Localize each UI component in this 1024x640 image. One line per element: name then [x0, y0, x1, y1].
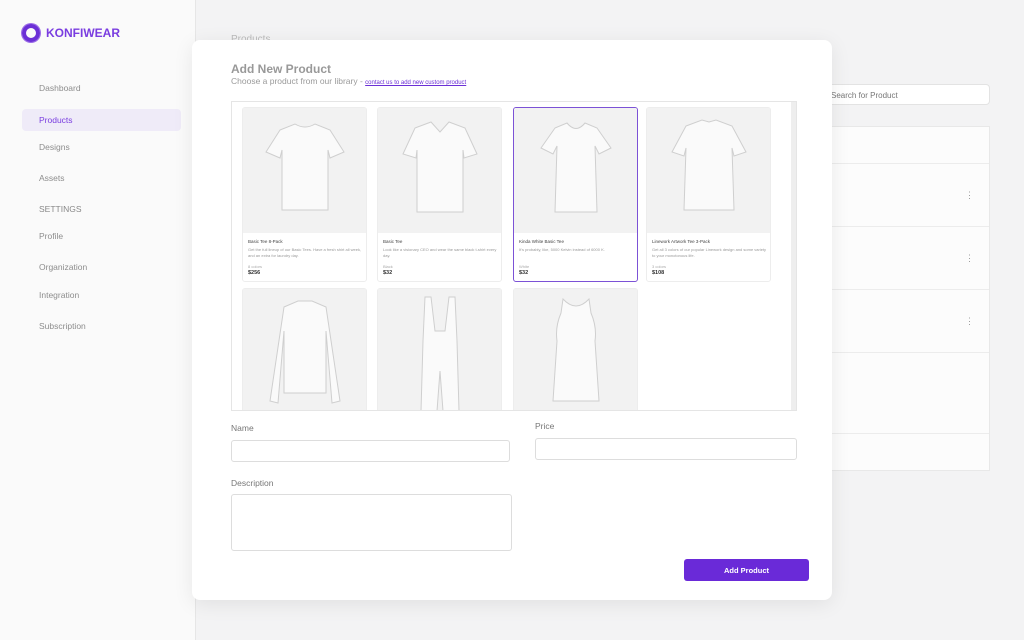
product-card[interactable]: Basic Tee 8-Pack Get the full lineup of o…	[242, 107, 367, 282]
logo-icon	[22, 24, 40, 42]
price-label: Price	[535, 421, 555, 431]
garment-icon	[420, 296, 459, 410]
sidebar-item-dashboard[interactable]: Dashboard	[22, 77, 181, 99]
product-image	[378, 108, 501, 233]
product-name: Linework Artwork Tee 3-Pack	[652, 239, 710, 244]
add-product-button[interactable]: Add Product	[684, 559, 809, 581]
product-variant: Black	[383, 264, 393, 269]
product-description: Look like a visionary CEO and wear the s…	[383, 247, 497, 258]
product-card[interactable]	[242, 288, 367, 410]
logo[interactable]: KONFIWEAR	[22, 24, 120, 42]
product-card[interactable]	[377, 288, 502, 410]
modal-title: Add New Product	[231, 62, 332, 76]
product-variant: White	[519, 264, 530, 269]
product-description: Get all 3 colors of our popular Linework…	[652, 247, 767, 258]
product-name: Basic Tee	[383, 239, 403, 244]
custom-product-link[interactable]: contact us to add new custom product	[365, 80, 466, 86]
product-card[interactable]: Linework Artwork Tee 3-Pack Get all 3 col…	[646, 107, 771, 282]
product-card[interactable]: Basic Tee Look like a visionary CEO and w…	[377, 107, 502, 282]
product-image	[243, 108, 366, 233]
product-price: $32	[383, 270, 393, 276]
more-icon[interactable]: ⋮	[965, 254, 974, 263]
product-image	[514, 289, 637, 410]
add-product-modal: Add New Product Choose a product from ou…	[192, 40, 832, 600]
product-image	[647, 108, 770, 233]
sidebar-item-assets[interactable]: Assets	[22, 167, 181, 189]
product-description: It's probably, like, 5000 Kelvin instead…	[519, 247, 605, 252]
scrollbar[interactable]	[791, 102, 796, 410]
product-variant: 8 colors	[248, 264, 263, 269]
sidebar-item-organization[interactable]: Organization	[22, 256, 181, 278]
product-price: $32	[519, 270, 529, 276]
sidebar: KONFIWEAR Dashboard Products Designs Ass…	[0, 0, 196, 640]
product-library-grid: Basic Tee 8-Pack Get the full lineup of o…	[231, 101, 797, 411]
garment-icon	[264, 122, 345, 210]
settings-heading: SETTINGS	[39, 204, 82, 214]
product-name: Kinda White Basic Tee	[519, 239, 564, 244]
name-label: Name	[231, 423, 254, 433]
sidebar-item-designs[interactable]: Designs	[22, 136, 181, 158]
description-label: Description	[231, 478, 274, 488]
product-name: Basic Tee 8-Pack	[248, 239, 283, 244]
subtitle-text: Choose a product from our library -	[231, 76, 366, 86]
description-input[interactable]	[231, 494, 512, 551]
brand-name: KONFIWEAR	[46, 26, 120, 40]
more-icon[interactable]: ⋮	[965, 317, 974, 326]
sidebar-item-products[interactable]: Products	[22, 109, 181, 131]
product-price: $108	[652, 270, 665, 276]
garment-icon	[670, 118, 747, 210]
product-image	[378, 289, 501, 410]
garment-icon	[539, 121, 612, 212]
product-image	[243, 289, 366, 410]
modal-subtitle: Choose a product from our library - cont…	[231, 76, 466, 86]
sidebar-item-subscription[interactable]: Subscription	[22, 315, 181, 337]
product-card[interactable]: Kinda White Basic Tee It's probably, like…	[513, 107, 638, 282]
sidebar-item-profile[interactable]: Profile	[22, 225, 181, 247]
product-card[interactable]	[513, 288, 638, 410]
sidebar-item-integration[interactable]: Integration	[22, 284, 181, 306]
product-variant: 3 colors	[652, 264, 667, 269]
product-description: Get the full lineup of our Basic Tees. H…	[248, 247, 362, 258]
product-image	[514, 108, 637, 233]
more-icon[interactable]: ⋮	[965, 191, 974, 200]
garment-icon	[401, 120, 478, 212]
name-input[interactable]	[231, 440, 510, 462]
garment-icon	[551, 297, 600, 401]
price-input[interactable]	[535, 438, 797, 460]
product-price: $256	[248, 270, 261, 276]
garment-icon	[268, 300, 341, 404]
